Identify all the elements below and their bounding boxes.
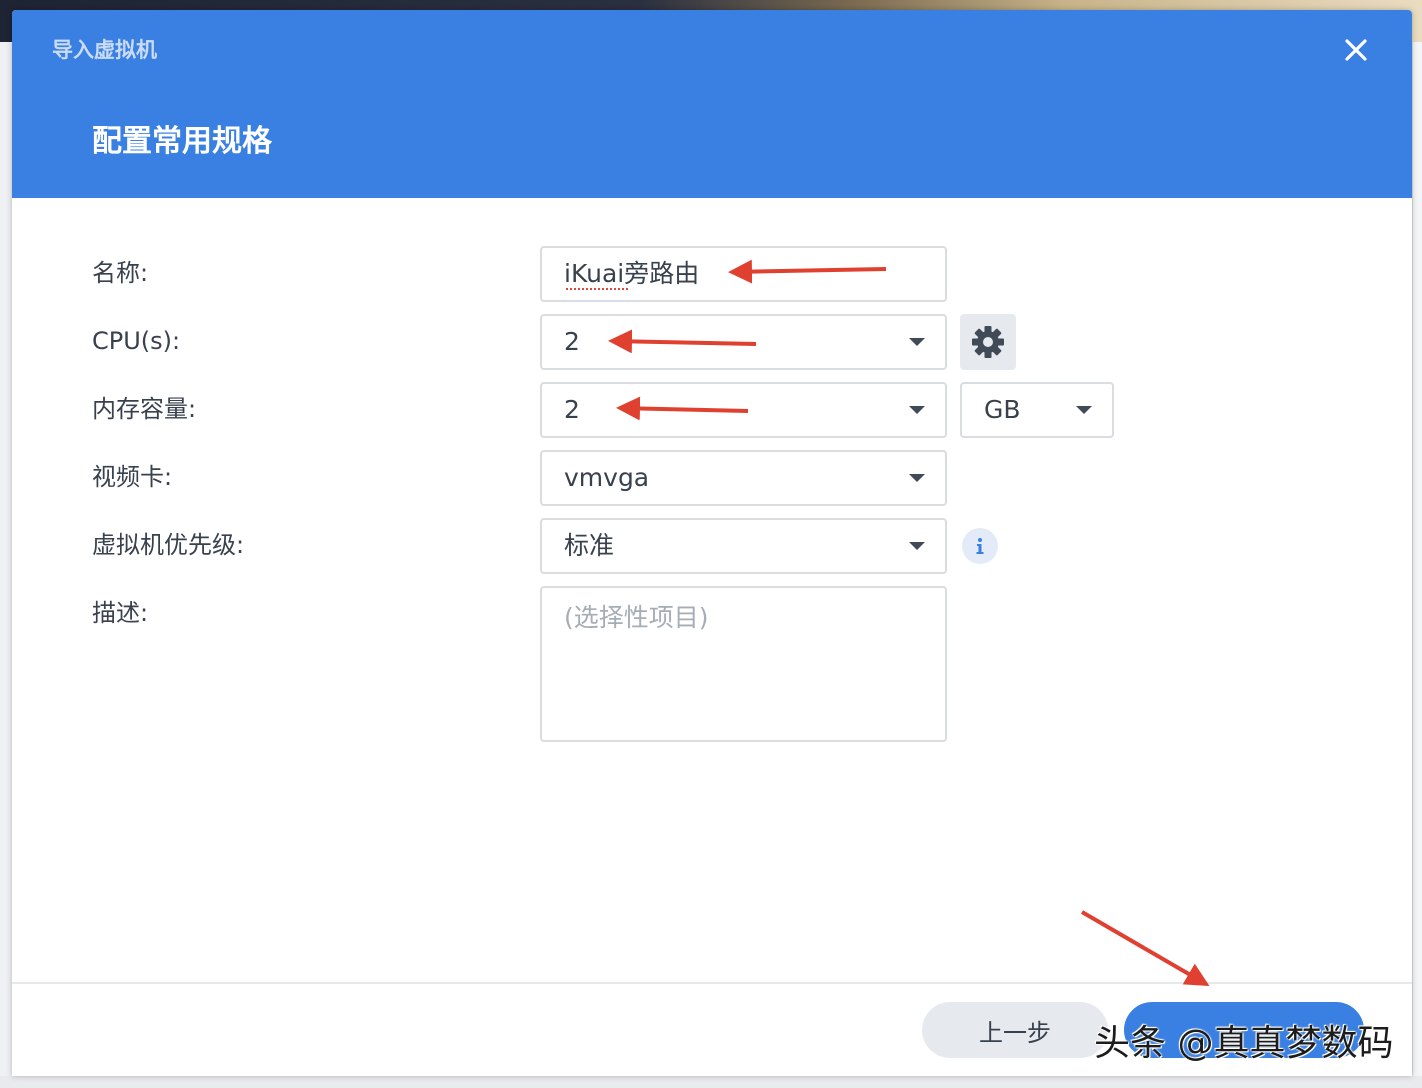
footer-divider [12, 982, 1412, 984]
previous-button[interactable]: 上一步 [922, 1002, 1108, 1058]
step-title: 配置常用规格 [92, 124, 272, 159]
priority-select[interactable]: 标准 [540, 518, 947, 574]
gear-icon [972, 326, 1004, 358]
info-icon[interactable] [962, 528, 998, 564]
name-value: iKuai旁路由 [564, 259, 700, 288]
video-card-value: vmvga [564, 463, 650, 492]
chevron-down-icon [909, 406, 925, 414]
spellcheck-underline [566, 287, 628, 290]
description-textarea[interactable]: (选择性项目) [540, 586, 947, 742]
background-window-edge [1412, 42, 1422, 1088]
description-label: 描述: [92, 599, 149, 627]
info-glyph [976, 538, 984, 554]
watermark: 头条 @真真梦数码 [1094, 1023, 1394, 1064]
memory-unit-value: GB [984, 395, 1021, 424]
import-vm-dialog: 导入虚拟机 配置常用规格 名称: iKuai旁路由 CPU(s): 2 内存容量… [12, 10, 1412, 1076]
background-window-bottom [0, 1076, 1422, 1088]
description-placeholder: (选择性项目) [564, 603, 709, 632]
memory-unit-select[interactable]: GB [960, 382, 1114, 438]
memory-label: 内存容量: [92, 395, 197, 423]
close-icon [1345, 39, 1367, 61]
cpu-settings-button[interactable] [960, 314, 1016, 370]
video-card-label: 视频卡: [92, 463, 173, 491]
dialog-header: 导入虚拟机 配置常用规格 [12, 10, 1412, 198]
cpu-value: 2 [564, 327, 580, 356]
chevron-down-icon [909, 542, 925, 550]
priority-label: 虚拟机优先级: [92, 531, 245, 559]
window-title: 导入虚拟机 [52, 38, 157, 62]
video-card-select[interactable]: vmvga [540, 450, 947, 506]
chevron-down-icon [1076, 406, 1092, 414]
name-input[interactable]: iKuai旁路由 [540, 246, 947, 302]
cpu-select[interactable]: 2 [540, 314, 947, 370]
name-label: 名称: [92, 259, 149, 287]
close-button[interactable] [1338, 32, 1374, 68]
memory-value: 2 [564, 395, 580, 424]
cpu-label: CPU(s): [92, 327, 181, 355]
memory-select[interactable]: 2 [540, 382, 947, 438]
chevron-down-icon [909, 474, 925, 482]
priority-value: 标准 [564, 531, 615, 560]
chevron-down-icon [909, 338, 925, 346]
